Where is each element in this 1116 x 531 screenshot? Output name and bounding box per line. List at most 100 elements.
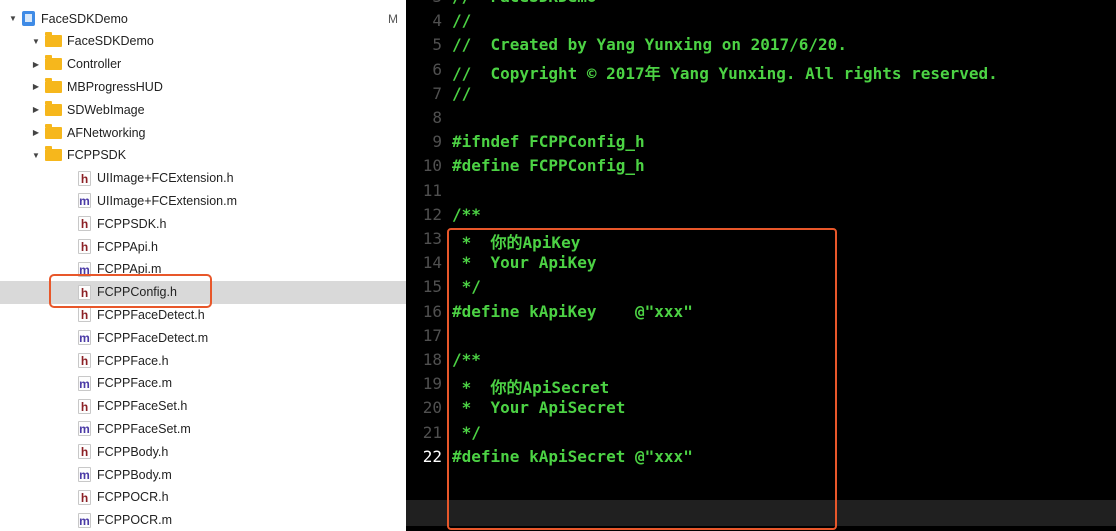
line-number: 17 [422, 325, 442, 345]
project-navigator[interactable]: ▼FaceSDKDemoM▼FaceSDKDemo▶Controller—▶MB… [0, 0, 406, 531]
line-number: 6 [432, 59, 442, 79]
navigator-item-label: FCPPFaceDetect.m [97, 330, 209, 345]
line-number: 8 [432, 108, 442, 127]
xcode-window: ▼FaceSDKDemoM▼FaceSDKDemo▶Controller—▶MB… [0, 0, 1116, 531]
line-number: 3 [406, 0, 442, 6]
navigator-file-row[interactable]: m FCPPBody.m [0, 463, 406, 486]
code-line[interactable]: // [452, 11, 471, 30]
disclosure-collapsed-icon[interactable]: ▶ [31, 128, 41, 137]
navigator-item-label: FCPPOCR.h [97, 490, 169, 505]
source-control-status-badge: M [388, 11, 398, 26]
navigator-item-label: Controller [67, 57, 122, 72]
line-number: 15 [422, 277, 442, 297]
header-file-icon: h [78, 239, 91, 254]
navigator-group-row[interactable]: ▶ AFNetworking [0, 121, 406, 144]
disclosure-collapsed-icon[interactable]: ▶ [31, 82, 41, 91]
navigator-item-label: FCPPFace.m [97, 376, 173, 391]
implementation-file-icon: m [78, 330, 91, 346]
line-number: 5 [432, 35, 442, 55]
disclosure-expanded-icon[interactable]: ▼ [31, 151, 41, 160]
folder-icon [45, 123, 62, 139]
navigator-item-label: AFNetworking [67, 125, 146, 140]
folder-icon [45, 32, 62, 48]
navigator-file-row[interactable]: h UIImage+FCExtension.h [0, 167, 406, 190]
code-line[interactable]: // [452, 84, 471, 103]
implementation-file-icon: m [78, 512, 91, 528]
code-editor[interactable]: 3 // FaceSDKDemo 4 // 5 // Created by Yang Yu… [406, 0, 1116, 531]
navigator-group-row[interactable]: ▼ FaceSDKDemo M [0, 7, 406, 30]
navigator-item-label: FCPPFaceSet.m [97, 421, 191, 436]
line-number: 13 [422, 229, 442, 248]
line-number: 14 [422, 253, 442, 273]
navigator-group-row[interactable]: ▶ MBProgressHUD [0, 75, 406, 98]
line-number: 20 [422, 398, 442, 418]
line-number: 19 [422, 374, 442, 394]
folder-icon [45, 146, 62, 162]
navigator-file-row[interactable]: h FCPPFace.h [0, 349, 406, 372]
navigator-item-label: UIImage+FCExtension.m [97, 193, 237, 208]
folder-icon [45, 100, 62, 116]
navigator-item-label: FCPPBody.m [97, 467, 172, 482]
navigator-file-row[interactable]: hFCPPApi.hM [0, 235, 406, 258]
navigator-item-label: UIImage+FCExtension.h [97, 171, 234, 186]
folder-icon [45, 77, 62, 93]
line-number: 4 [432, 11, 442, 31]
navigator-item-label: FCPPBody.h [97, 444, 169, 459]
navigator-item-label: FaceSDKDemo [67, 34, 154, 49]
code-line[interactable]: #ifndef FCPPConfig_h [452, 132, 645, 151]
header-file-icon: h [78, 216, 91, 232]
navigator-item-label: FCPPSDK [67, 148, 127, 163]
navigator-file-row[interactable]: m FCPPFace.m [0, 372, 406, 395]
navigator-group-row[interactable]: ▶Controller— [0, 53, 406, 76]
navigator-item-label: FCPPSDK.h [97, 216, 167, 231]
line-number: 12 [422, 204, 442, 224]
navigator-file-row[interactable]: hFCPPOCR.hM [0, 486, 406, 509]
implementation-file-icon: m [78, 193, 91, 209]
folder-icon [45, 55, 62, 71]
header-file-icon: h [78, 489, 91, 505]
line-number: 10 [422, 156, 442, 176]
code-line[interactable]: #define FCPPConfig_h [452, 156, 645, 175]
navigator-file-row[interactable]: h FCPPSDK.h [0, 212, 406, 235]
line-number: 9 [432, 132, 442, 152]
line-number: 18 [422, 350, 442, 369]
navigator-item-label: FaceSDKDemo [41, 11, 128, 26]
navigator-file-row[interactable]: h FCPPFaceSet.h [0, 395, 406, 418]
navigator-file-row[interactable]: m FCPPFaceSet.m [0, 417, 406, 440]
navigator-item-label: FCPPOCR.m [97, 513, 172, 528]
disclosure-collapsed-icon[interactable]: ▶ [31, 60, 41, 69]
project-file-icon [22, 11, 35, 26]
disclosure-expanded-icon[interactable]: ▼ [31, 37, 41, 46]
navigator-group-row[interactable]: ▶ SDWebImage [0, 98, 406, 121]
code-line[interactable]: // Created by Yang Yunxing on 2017/6/20. [452, 35, 847, 54]
api-key-callout-box [447, 228, 837, 530]
header-file-icon: h [78, 444, 91, 460]
navigator-file-row[interactable]: m UIImage+FCExtension.m [0, 189, 406, 212]
disclosure-expanded-icon[interactable]: ▼ [8, 14, 18, 23]
line-number: 22 [422, 446, 442, 466]
code-line[interactable]: // Copyright © 2017年 Yang Yunxing. All r… [452, 60, 998, 84]
line-number: 7 [432, 83, 442, 103]
navigator-item-label: FCPPFaceDetect.h [97, 307, 205, 322]
header-file-icon: h [78, 353, 91, 368]
navigator-item-label: SDWebImage [67, 102, 145, 117]
navigator-item-label: FCPPFace.h [97, 353, 169, 368]
navigator-file-row[interactable]: mFCPPOCR.mM [0, 509, 406, 531]
line-number: 11 [422, 180, 442, 200]
disclosure-collapsed-icon[interactable]: ▶ [31, 105, 41, 114]
line-number: 16 [422, 301, 442, 321]
navigator-group-row[interactable]: ▼ FaceSDKDemo [0, 30, 406, 53]
navigator-item-label: FCPPFaceSet.h [97, 399, 188, 414]
navigator-item-label: MBProgressHUD [67, 79, 163, 94]
navigator-group-row[interactable]: ▼ FCPPSDK [0, 144, 406, 167]
header-file-icon: h [78, 307, 91, 323]
selection-callout-box [49, 274, 212, 308]
navigator-file-row[interactable]: h FCPPBody.h [0, 440, 406, 463]
navigator-file-row[interactable]: m FCPPFaceDetect.m [0, 326, 406, 349]
implementation-file-icon: m [78, 467, 91, 482]
navigator-item-label: FCPPApi.h [97, 239, 158, 254]
implementation-file-icon: m [78, 421, 91, 437]
header-file-icon: h [78, 398, 91, 414]
code-line[interactable]: /** [452, 205, 481, 224]
code-line[interactable]: // FaceSDKDemo [452, 0, 597, 6]
